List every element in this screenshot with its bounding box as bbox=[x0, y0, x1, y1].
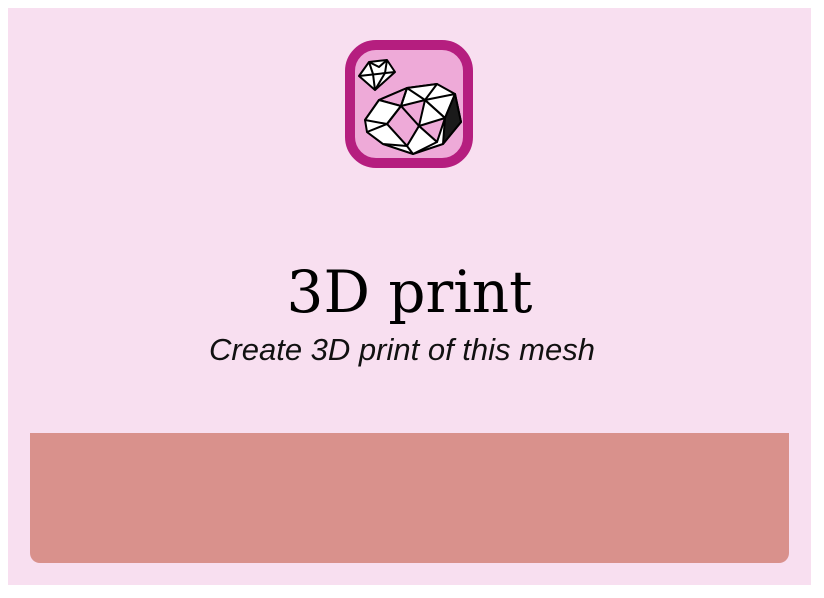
dialog-card: 3D print Create 3D print of this mesh bbox=[8, 8, 811, 585]
gem-mesh-icon bbox=[345, 40, 473, 168]
page-subtitle: Create 3D print of this mesh bbox=[209, 332, 595, 367]
action-panel bbox=[30, 433, 789, 563]
page-title: 3D print bbox=[286, 258, 533, 326]
